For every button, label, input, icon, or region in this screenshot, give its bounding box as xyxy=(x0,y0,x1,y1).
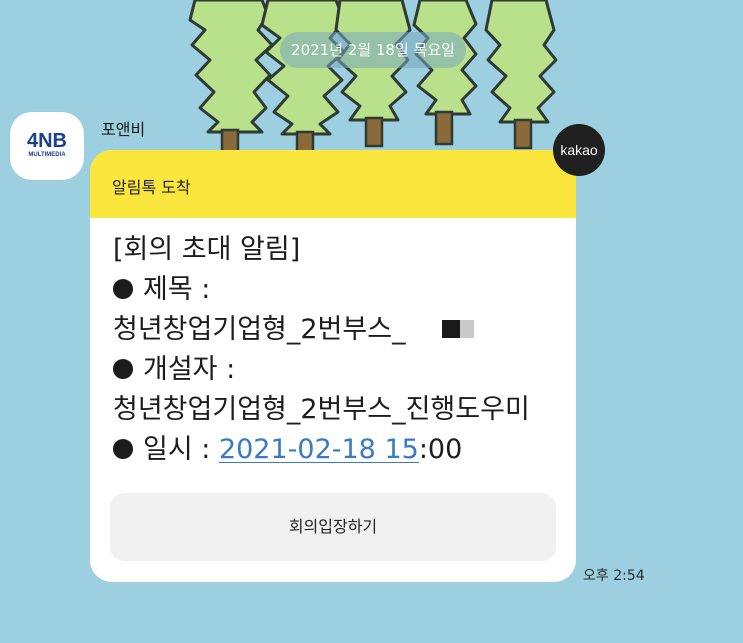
datetime-label: 일시 : xyxy=(143,434,211,465)
datetime-line: 일시 : 2021-02-18 15:00 xyxy=(113,430,563,470)
brand-logo: 4NB xyxy=(26,130,67,152)
subject-line: 제목 : xyxy=(113,270,563,310)
creator-label: 개설자 : xyxy=(143,354,236,385)
message-body: [회의 초대 알림] 제목 : 청년창업기업형_2번부스_ 개설자 : 청년창업… xyxy=(113,230,563,470)
join-meeting-button[interactable]: 회의입장하기 xyxy=(110,493,556,561)
datetime-rest: :00 xyxy=(418,434,463,465)
bullet-icon xyxy=(113,359,133,379)
avatar[interactable]: 4NB MULTIMEDIA xyxy=(10,112,84,180)
subject-label: 제목 : xyxy=(143,274,211,305)
kakao-badge: kakao xyxy=(553,124,605,176)
bullet-icon xyxy=(113,439,133,459)
message-title: [회의 초대 알림] xyxy=(113,234,301,265)
sender-name: 포앤비 xyxy=(101,120,146,139)
subject-value: 청년창업기업형_2번부스_ xyxy=(113,314,406,345)
message-header-label: 알림톡 도착 xyxy=(112,178,191,197)
creator-value: 청년창업기업형_2번부스_진행도우미 xyxy=(113,394,530,425)
subject-value-line: 청년창업기업형_2번부스_ xyxy=(113,310,563,350)
date-divider: 2021년 2월 18일 목요일 xyxy=(280,32,466,68)
datetime-link[interactable]: 2021-02-18 15 xyxy=(219,434,419,465)
creator-line: 개설자 : xyxy=(113,350,563,390)
bullet-icon xyxy=(113,279,133,299)
brand-logo-sub: MULTIMEDIA xyxy=(28,152,66,158)
message-bubble: 알림톡 도착 [회의 초대 알림] 제목 : 청년창업기업형_2번부스_ 개설자… xyxy=(90,150,576,582)
message-time: 오후 2:54 xyxy=(583,568,645,584)
message-header: 알림톡 도착 xyxy=(90,150,576,218)
redaction-block xyxy=(441,320,460,338)
redaction-block xyxy=(459,320,474,338)
